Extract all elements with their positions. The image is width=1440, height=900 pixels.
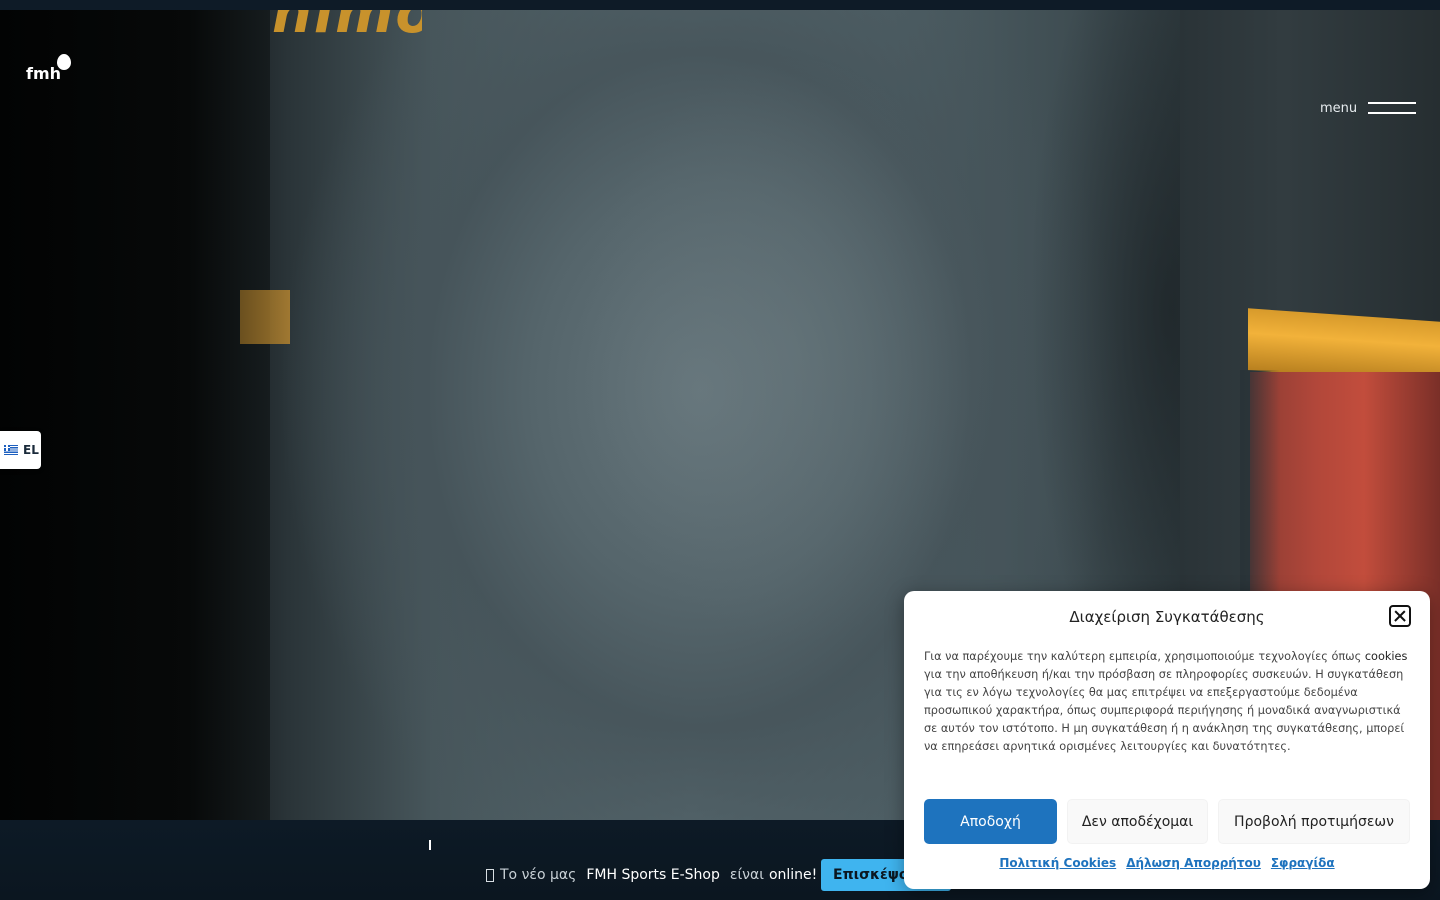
cookie-policy-link[interactable]: Πολιτική Cookies <box>999 856 1116 874</box>
language-code: EL <box>23 443 39 457</box>
menu-label: menu <box>1320 101 1358 116</box>
hamburger-icon <box>1368 101 1416 115</box>
accept-button[interactable]: Αποδοχή <box>924 799 1057 844</box>
site-logo[interactable]: fmh <box>26 54 74 84</box>
close-icon[interactable] <box>1389 605 1411 627</box>
consent-body-part1: Για να παρέχουμε την καλύτερη εμπειρία, … <box>924 650 1362 663</box>
consent-title: Διαχείριση Συγκατάθεσης <box>1069 608 1265 626</box>
language-switcher[interactable]: EL <box>0 431 41 469</box>
hero-chest-text: nimo <box>272 10 422 44</box>
greek-flag-icon <box>4 445 18 455</box>
consent-body-cookies: cookies <box>1364 650 1408 663</box>
consent-buttons: Αποδοχή Δεν αποδέχομαι Προβολή προτιμήσε… <box>924 799 1410 844</box>
consent-body-part2: για την αποθήκευση ή/και την πρόσβαση σε… <box>924 668 1405 753</box>
gift-icon <box>486 868 494 882</box>
menu-button[interactable]: menu <box>1320 98 1420 120</box>
announcement-shop-name: FMH Sports E-Shop <box>586 867 720 883</box>
announcement-suffix: είναι <box>729 867 764 883</box>
logo-text: fmh <box>26 64 62 83</box>
hero-left-shadow <box>0 10 270 820</box>
top-bar <box>0 0 1440 10</box>
privacy-statement-link[interactable]: Δήλωση Απορρήτου <box>1126 856 1261 874</box>
consent-links: Πολιτική Cookies Δήλωση Απορρήτου Σφραγί… <box>904 856 1430 874</box>
deny-button[interactable]: Δεν αποδέχομαι <box>1067 799 1208 844</box>
logo-balloon-icon <box>57 54 71 70</box>
scroll-indicator <box>429 840 431 850</box>
announcement-text: Το νέο μας FMH Sports E-Shop είναι onlin… <box>486 859 817 891</box>
consent-body: Για να παρέχουμε την καλύτερη εμπειρία, … <box>924 648 1410 756</box>
hero-left-sleeve-trim <box>240 290 290 344</box>
cookie-consent-dialog: Διαχείριση Συγκατάθεσης Για να παρέχουμε… <box>904 591 1430 889</box>
imprint-link[interactable]: Σφραγίδα <box>1271 856 1335 874</box>
announcement-prefix: Το νέο μας <box>500 867 577 883</box>
announcement-status: online! <box>768 867 818 883</box>
view-preferences-button[interactable]: Προβολή προτιμήσεων <box>1218 799 1410 844</box>
